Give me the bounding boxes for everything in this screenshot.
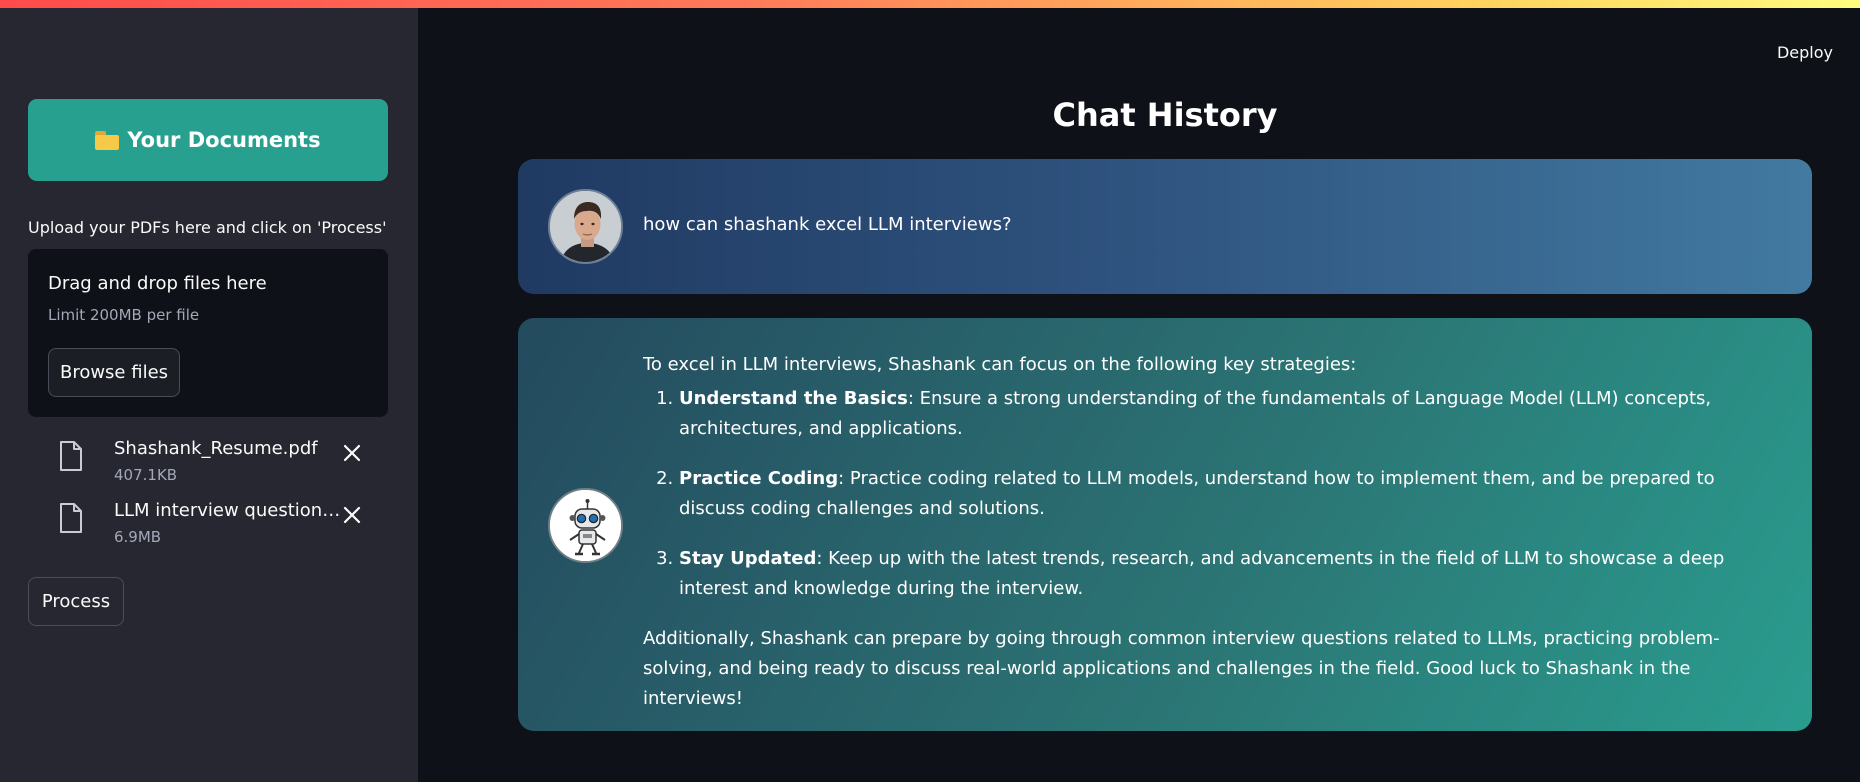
list-item: Practice Coding: Practice coding related… [679,464,1773,524]
uploaded-file-item: LLM interview questions.pdf 6.9MB [55,498,375,548]
strategy-list: Understand the Basics: Ensure a strong u… [643,384,1773,604]
browse-files-button[interactable]: Browse files [48,348,180,397]
list-item-title: Understand the Basics [679,388,908,409]
list-item-title: Practice Coding [679,468,839,489]
user-message-text: how can shashank excel LLM interviews? [643,214,1012,235]
file-size: 6.9MB [114,528,162,546]
assistant-outro: Additionally, Shashank can prepare by go… [643,628,1720,709]
top-decoration-bar [0,0,1860,8]
user-message: how can shashank excel LLM interviews? [518,159,1812,294]
file-icon [60,441,82,471]
bot-avatar [548,488,623,563]
dropzone-title: Drag and drop files here [48,273,267,294]
list-item: Stay Updated: Keep up with the latest tr… [679,544,1773,604]
user-portrait-icon [550,191,621,262]
assistant-intro: To excel in LLM interviews, Shashank can… [643,354,1357,375]
process-button[interactable]: Process [28,577,124,626]
your-documents-banner: Your Documents [28,99,388,181]
close-icon[interactable] [343,506,361,524]
dropzone-limit: Limit 200MB per file [48,306,200,324]
close-icon[interactable] [343,444,361,462]
upload-instructions: Upload your PDFs here and click on 'Proc… [28,218,387,237]
file-icon [60,503,82,533]
list-item: Understand the Basics: Ensure a strong u… [679,384,1773,444]
user-avatar [548,189,623,264]
robot-icon [550,490,621,561]
uploaded-file-item: Shashank_Resume.pdf 407.1KB [55,436,375,486]
list-item-text: : Keep up with the latest trends, resear… [679,548,1725,599]
page-title: Chat History [1052,96,1278,134]
banner-label: Your Documents [127,128,321,152]
folder-icon [95,130,120,150]
assistant-message-content: To excel in LLM interviews, Shashank can… [643,350,1773,714]
list-item-title: Stay Updated [679,548,817,569]
file-name: LLM interview questions.pdf [114,500,342,521]
assistant-message: To excel in LLM interviews, Shashank can… [518,318,1812,731]
deploy-button[interactable]: Deploy [1765,38,1845,66]
file-size: 407.1KB [114,466,178,484]
file-name: Shashank_Resume.pdf [114,438,318,459]
file-dropzone[interactable]: Drag and drop files here Limit 200MB per… [28,249,388,417]
